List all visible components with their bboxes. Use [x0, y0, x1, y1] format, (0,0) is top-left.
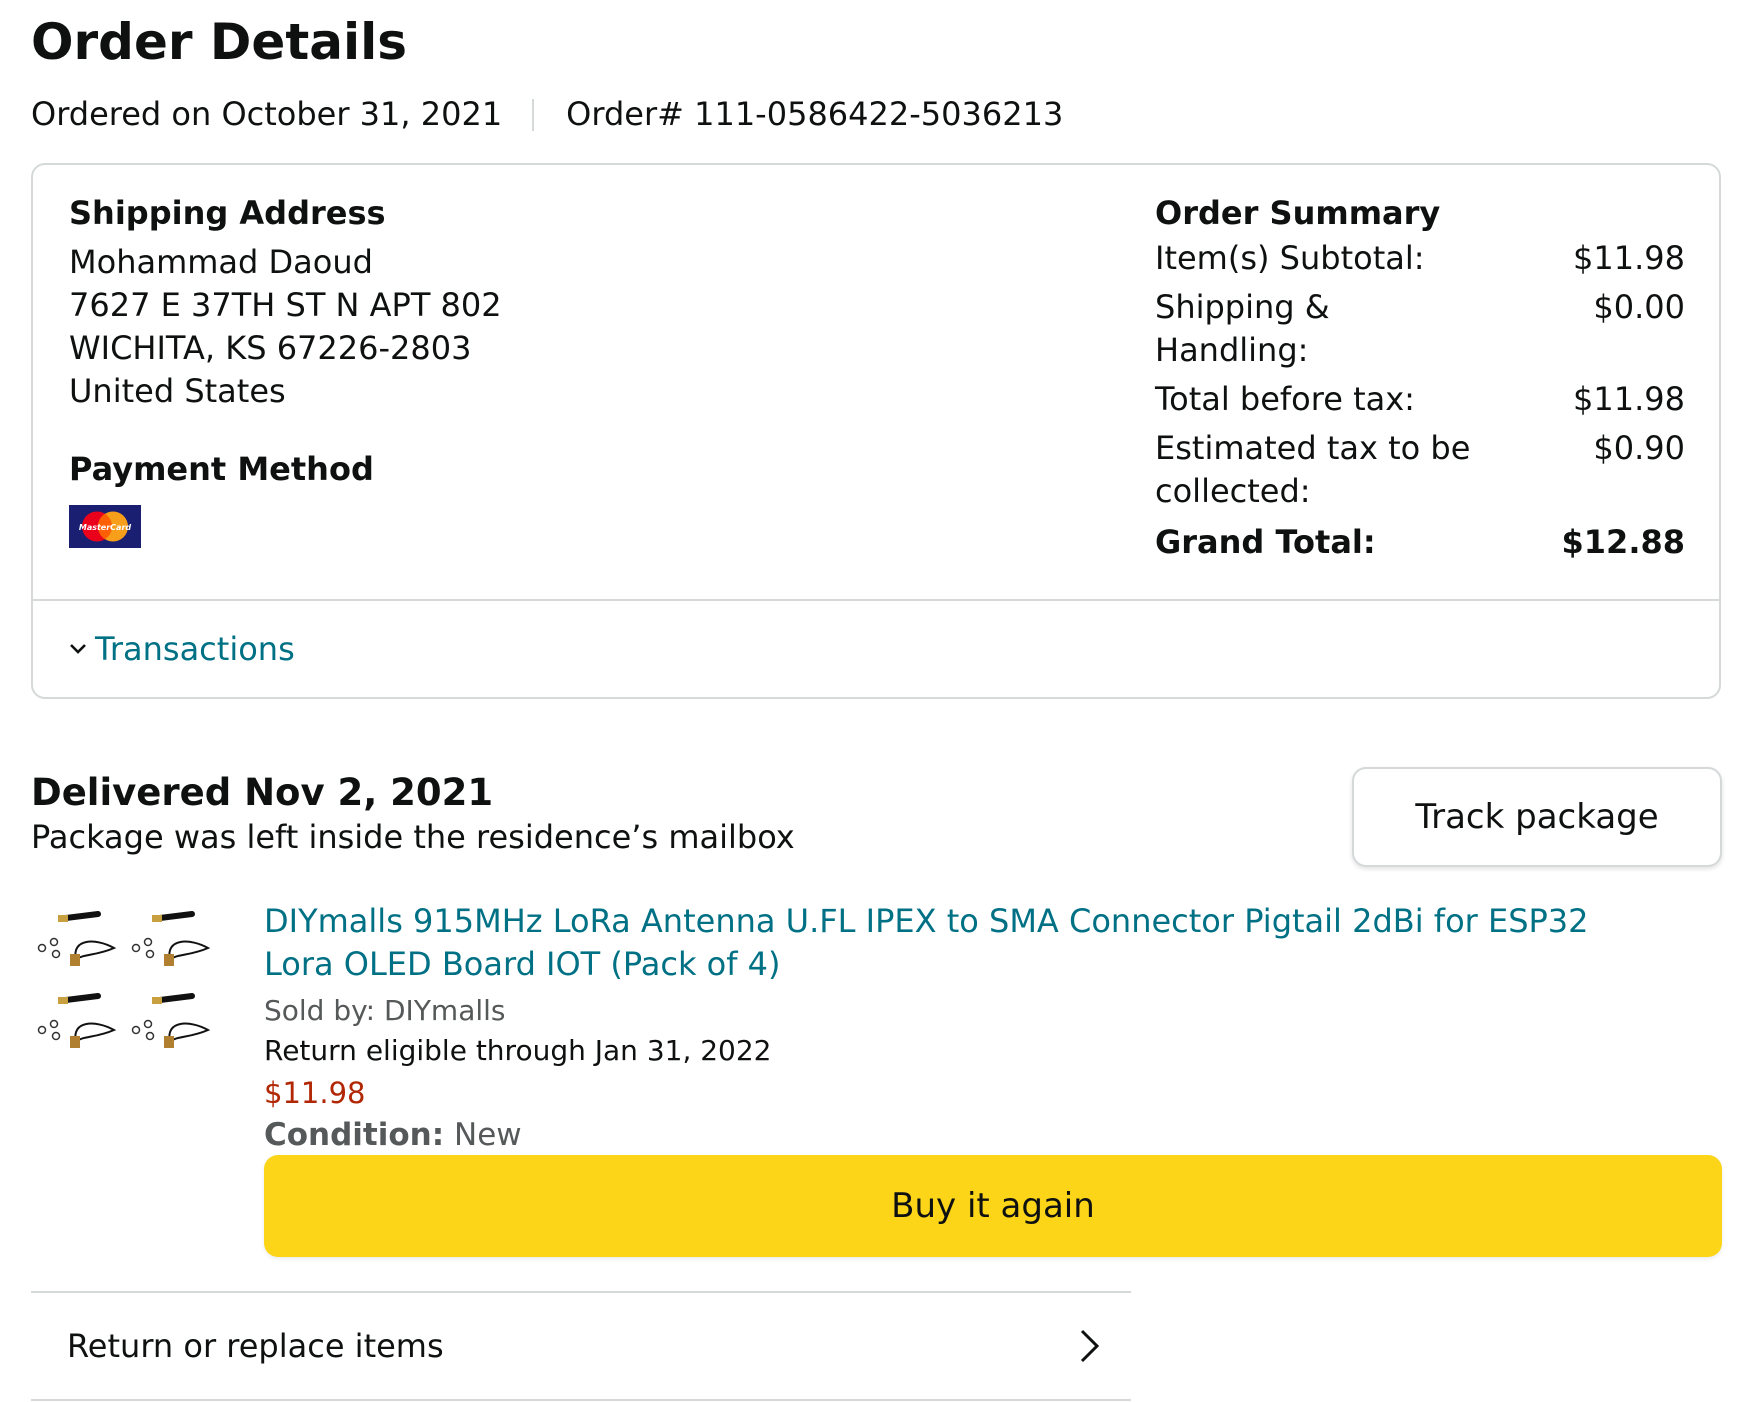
summary-label: Estimated tax to be collected: [1155, 429, 1471, 510]
shipping-name: Mohammad Daoud [69, 243, 373, 281]
divider [31, 1399, 1131, 1401]
order-number: Order# 111-0586422-5036213 [566, 95, 1064, 133]
order-date: Ordered on October 31, 2021 [31, 95, 503, 133]
shipping-country: United States [69, 372, 286, 410]
summary-value: $0.90 [1593, 429, 1685, 467]
transactions-label: Transactions [95, 630, 295, 668]
antenna-pack-icon[interactable] [36, 908, 236, 1078]
summary-row-grand-total: Grand Total: $12.88 [1155, 521, 1685, 564]
order-item: DIYmalls 915MHz LoRa Antenna U.FL IPEX t… [264, 900, 1664, 1156]
order-info-card: Shipping Address Mohammad Daoud 7627 E 3… [31, 163, 1721, 699]
order-summary-section: Order Summary Item(s) Subtotal: $11.98 S… [1155, 189, 1685, 564]
summary-row-before-tax: Total before tax: $11.98 [1155, 378, 1685, 421]
payment-method-section: Payment Method MasterCard [69, 445, 374, 548]
svg-text:MasterCard: MasterCard [79, 523, 132, 532]
shipping-address-section: Shipping Address Mohammad Daoud 7627 E 3… [69, 189, 502, 413]
order-meta: Ordered on October 31, 2021 Order# 111-05… [31, 90, 1063, 138]
summary-row-shipping: Shipping & Handling: $0.00 [1155, 286, 1685, 372]
shipping-address-heading: Shipping Address [69, 194, 386, 232]
transactions-toggle[interactable]: Transactions [69, 625, 295, 673]
order-summary-heading: Order Summary [1155, 194, 1441, 232]
meta-divider [532, 99, 535, 131]
grand-total-value: $12.88 [1561, 523, 1685, 561]
grand-total-label: Grand Total: [1155, 523, 1376, 561]
return-or-replace-row[interactable]: Return or replace items [31, 1293, 1131, 1399]
summary-label: Total before tax: [1155, 380, 1415, 418]
chevron-down-icon [70, 644, 86, 654]
sold-by: Sold by: DIYmalls [264, 994, 506, 1027]
summary-row-subtotal: Item(s) Subtotal: $11.98 [1155, 237, 1685, 280]
summary-label: Item(s) Subtotal: [1155, 239, 1425, 277]
item-condition: Condition: New [264, 1114, 1664, 1156]
item-price: $11.98 [264, 1076, 366, 1110]
buy-it-again-button[interactable]: Buy it again [264, 1155, 1722, 1257]
return-eligibility: Return eligible through Jan 31, 2022 [264, 1034, 772, 1067]
condition-label: Condition: [264, 1117, 445, 1153]
product-title-link[interactable]: DIYmalls 915MHz LoRa Antenna U.FL IPEX t… [264, 900, 1664, 986]
shipping-city: WICHITA, KS 67226-2803 [69, 329, 472, 367]
card-divider [33, 599, 1719, 601]
summary-label: Shipping & Handling: [1155, 288, 1330, 369]
summary-value: $0.00 [1593, 288, 1685, 326]
condition-value: New [454, 1117, 522, 1153]
shipping-street: 7627 E 37TH ST N APT 802 [69, 286, 502, 324]
page-title: Order Details [31, 13, 408, 71]
summary-row-tax: Estimated tax to be collected: $0.90 [1155, 427, 1685, 513]
chevron-right-icon [1080, 1329, 1100, 1363]
track-package-button[interactable]: Track package [1352, 767, 1722, 867]
payment-method-heading: Payment Method [69, 450, 374, 488]
summary-value: $11.98 [1573, 380, 1685, 418]
delivery-status: Delivered Nov 2, 2021 [31, 771, 494, 814]
summary-value: $11.98 [1573, 239, 1685, 277]
delivery-note: Package was left inside the residence’s … [31, 818, 795, 856]
mastercard-icon: MasterCard [69, 505, 141, 548]
return-or-replace-label: Return or replace items [67, 1327, 444, 1365]
